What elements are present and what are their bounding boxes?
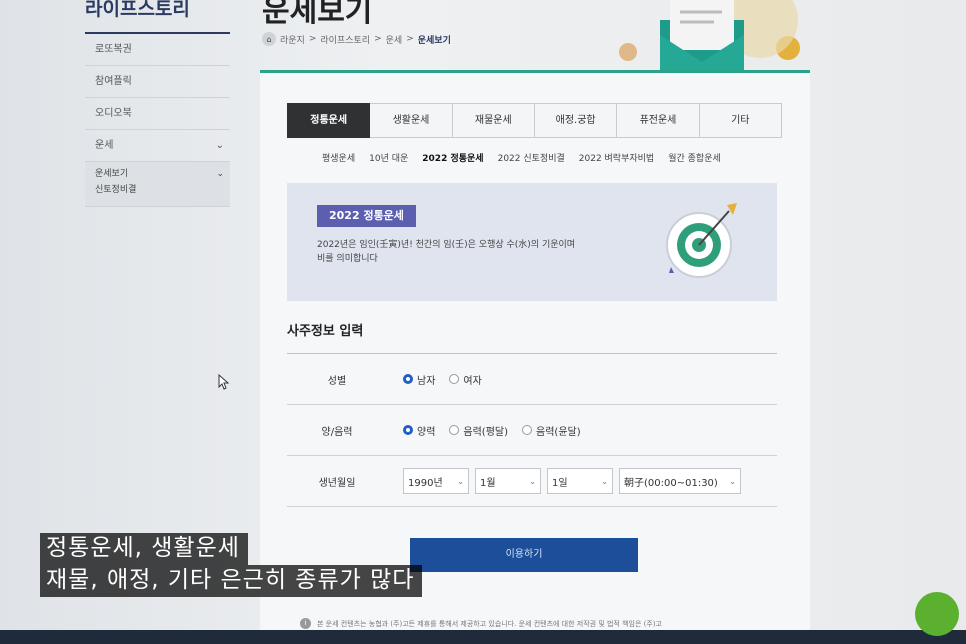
- chevron-down-icon: ⌄: [729, 476, 736, 486]
- radio-label: 양력: [417, 426, 436, 438]
- select-value: 1990년: [408, 477, 443, 489]
- calendar-lunar-leap-radio[interactable]: 음력(윤달): [522, 423, 581, 438]
- sidebar-item-label: 운세: [95, 140, 114, 151]
- breadcrumb: ⌂ 라운지 > 라이프스토리 > 운세 > 운세보기: [262, 32, 451, 46]
- home-icon[interactable]: ⌂: [262, 32, 276, 46]
- watermark-logo-icon: [915, 592, 959, 636]
- chevron-down-icon: ⌄: [215, 140, 224, 151]
- calendar-solar-radio[interactable]: 양력: [403, 423, 435, 438]
- subtab-2022-tojeong[interactable]: 2022 신토정비결: [498, 151, 565, 164]
- form-title: 사주정보 입력: [287, 324, 364, 339]
- radio-unselected-icon: [522, 425, 533, 435]
- sidebar-submenu: 운세보기 ⌄ 신토정비결: [85, 162, 230, 207]
- year-select[interactable]: 1990년 ⌄: [403, 468, 469, 494]
- banner-description: 2022년은 임인(壬寅)년! 천간의 임(壬)은 오행상 수(水)의 기운이며…: [317, 238, 637, 266]
- chevron-down-icon: ⌄: [457, 476, 464, 486]
- breadcrumb-item[interactable]: 라운지: [280, 33, 305, 46]
- chevron-down-icon: ⌄: [529, 476, 536, 486]
- sidebar-item-participate[interactable]: 참여플릭: [85, 66, 230, 98]
- sidebar-subitem-fortune-view[interactable]: 운세보기 ⌄: [95, 166, 224, 182]
- birth-selects: 1990년 ⌄ 1월 ⌄ 1일 ⌄ 朝子(00:00~01:30) ⌄: [387, 468, 777, 494]
- birth-label: 생년월일: [318, 477, 356, 489]
- select-value: 1일: [552, 477, 568, 489]
- notice-text: 본 운세 컨텐츠는 농협과 (주)고든 제휴를 통해서 제공하고 있습니다. 운…: [317, 619, 662, 628]
- gender-label: 성별: [327, 375, 347, 387]
- tab-wealth[interactable]: 재물운세: [452, 103, 535, 138]
- breadcrumb-separator: >: [374, 34, 382, 44]
- subtab-2022-rich[interactable]: 2022 벼락부자비법: [579, 151, 654, 164]
- subtab-lifetime[interactable]: 평생운세: [322, 151, 355, 164]
- month-select[interactable]: 1월 ⌄: [475, 468, 541, 494]
- taskbar: [0, 630, 966, 644]
- submit-button[interactable]: 이용하기: [410, 538, 638, 572]
- banner-badge: 2022 정통운세: [317, 205, 416, 227]
- radio-label: 여자: [463, 375, 482, 387]
- radio-label: 남자: [417, 375, 436, 387]
- calendar-lunar-radio[interactable]: 음력(평달): [449, 423, 508, 438]
- hour-select[interactable]: 朝子(00:00~01:30) ⌄: [619, 468, 741, 494]
- sidebar-item-lotto[interactable]: 로또복권: [85, 34, 230, 66]
- radio-unselected-icon: [449, 425, 460, 435]
- caption-line: 재물, 애정, 기타 은근히 종류가 많다: [40, 565, 423, 597]
- gender-female-radio[interactable]: 여자: [449, 372, 482, 387]
- tab-traditional[interactable]: 정통운세: [287, 103, 371, 138]
- calendar-options: 양력 음력(평달) 음력(윤달): [387, 423, 777, 438]
- chevron-down-icon: ⌄: [216, 169, 224, 179]
- breadcrumb-item[interactable]: 운세: [386, 33, 403, 46]
- saju-form: 성별 남자 여자 양/음력 양력 음력(평달) 음력(윤달) 생년월일 1990…: [287, 353, 777, 507]
- subtab-10year[interactable]: 10년 대운: [369, 151, 408, 164]
- sidebar-subitem-tojeong[interactable]: 신토정비결: [95, 182, 220, 198]
- chevron-down-icon: ⌄: [601, 476, 608, 486]
- target-icon: [666, 203, 737, 278]
- notice: i 본 운세 컨텐츠는 농협과 (주)고든 제휴를 통해서 제공하고 있습니다.…: [300, 618, 662, 629]
- banner-desc-line: 비를 의미합니다: [317, 254, 378, 264]
- tab-fusion[interactable]: 퓨전운세: [617, 103, 700, 138]
- form-row-birth: 생년월일 1990년 ⌄ 1월 ⌄ 1일 ⌄ 朝子(00:00~01:30) ⌄: [287, 456, 777, 507]
- sidebar-item-label: 로또복권: [95, 44, 132, 55]
- calendar-label: 양/음력: [321, 426, 353, 438]
- caption-line: 정통운세, 생활운세: [40, 533, 248, 565]
- screen: 라이프스토리 로또복권 참여플릭 오디오북 운세 ⌄ 운세보기 ⌄ 신토정비결 …: [0, 0, 966, 644]
- sidebar: 라이프스토리 로또복권 참여플릭 오디오북 운세 ⌄ 운세보기 ⌄ 신토정비결: [85, 0, 230, 207]
- info-icon: i: [300, 618, 311, 629]
- banner-desc-line: 2022년은 임인(壬寅)년! 천간의 임(壬)은 오행상 수(水)의 기운이며: [317, 240, 576, 250]
- sidebar-subitem-label: 신토정비결: [95, 185, 137, 195]
- form-row-calendar: 양/음력 양력 음력(평달) 음력(윤달): [287, 405, 777, 456]
- sidebar-subitem-label: 운세보기: [95, 169, 129, 179]
- tab-life[interactable]: 생활운세: [370, 103, 453, 138]
- gender-options: 남자 여자: [387, 372, 777, 387]
- radio-unselected-icon: [449, 374, 460, 384]
- gender-male-radio[interactable]: 남자: [403, 372, 435, 387]
- radio-selected-icon: [403, 425, 413, 435]
- fortune-banner: 2022 정통운세 2022년은 임인(壬寅)년! 천간의 임(壬)은 오행상 …: [287, 183, 777, 301]
- subtab-monthly[interactable]: 월간 종합운세: [668, 151, 721, 164]
- video-caption: 정통운세, 생활운세 재물, 애정, 기타 은근히 종류가 많다: [40, 533, 423, 597]
- breadcrumb-separator: >: [308, 34, 317, 44]
- radio-label: 음력(윤달): [536, 426, 581, 438]
- category-tabs: 정통운세 생활운세 재물운세 애정.궁합 퓨전운세 기타: [287, 103, 782, 138]
- day-select[interactable]: 1일 ⌄: [547, 468, 613, 494]
- sidebar-title: 라이프스토리: [85, 0, 230, 34]
- select-value: 1월: [480, 477, 496, 489]
- page-title: 운세보기: [262, 0, 373, 29]
- form-row-gender: 성별 남자 여자: [287, 354, 777, 405]
- sidebar-item-label: 참여플릭: [95, 76, 132, 87]
- tab-etc[interactable]: 기타: [699, 103, 782, 138]
- breadcrumb-separator: >: [406, 34, 414, 44]
- select-value: 朝子(00:00~01:30): [624, 477, 718, 489]
- radio-label: 음력(평달): [463, 426, 509, 438]
- breadcrumb-item[interactable]: 라이프스토리: [320, 33, 370, 46]
- sidebar-item-audiobook[interactable]: 오디오북: [85, 98, 230, 130]
- tab-love[interactable]: 애정.궁합: [534, 103, 618, 138]
- sidebar-item-fortune[interactable]: 운세 ⌄: [85, 130, 230, 162]
- mouse-cursor-icon: [218, 374, 230, 390]
- breadcrumb-current: 운세보기: [417, 35, 451, 46]
- sidebar-item-label: 오디오북: [95, 108, 132, 119]
- radio-selected-icon: [403, 374, 413, 384]
- subtab-2022-traditional[interactable]: 2022 정통운세: [422, 151, 483, 164]
- sub-tabs: 평생운세 10년 대운 2022 정통운세 2022 신토정비결 2022 벼락…: [322, 151, 721, 164]
- envelope-illustration-icon: [619, 0, 800, 76]
